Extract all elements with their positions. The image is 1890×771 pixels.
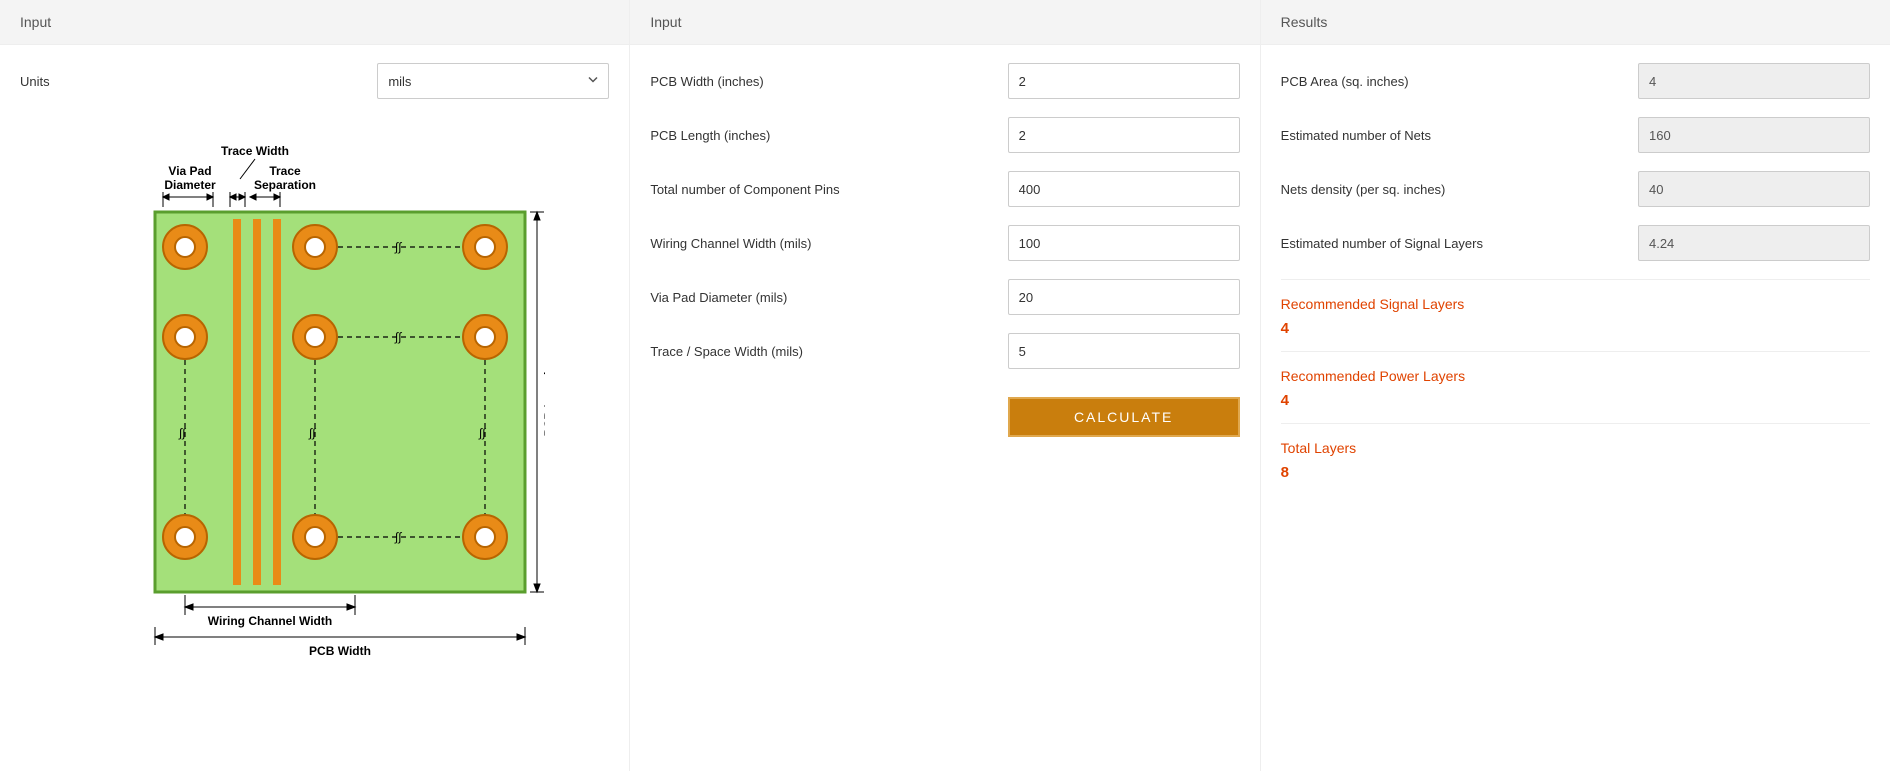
signal-layers-output [1638,225,1870,261]
pins-input[interactable] [1008,171,1240,207]
svg-text:Via Pad: Via Pad [168,164,211,178]
svg-text:Wiring Channel Width: Wiring Channel Width [207,614,331,628]
trace-space-label: Trace / Space Width (mils) [650,344,1007,359]
pcb-diagram: Trace Width Via Pad Diameter Trace Separ… [20,117,609,707]
svg-text:Separation: Separation [254,178,316,192]
svg-text:∫∫: ∫∫ [394,530,402,544]
via-pad-label: Via Pad Diameter (mils) [650,290,1007,305]
units-label: Units [20,74,377,89]
results-panel-title: Results [1261,0,1890,45]
rec-signal-value: 4 [1281,320,1870,337]
total-layers-value: 8 [1281,464,1870,481]
middle-panel-title: Input [630,0,1259,45]
units-select[interactable]: mils [377,63,609,99]
nets-label: Estimated number of Nets [1281,128,1638,143]
svg-text:∫∫: ∫∫ [478,426,486,440]
rec-signal-title: Recommended Signal Layers [1281,296,1870,312]
rec-power-value: 4 [1281,392,1870,409]
signal-layers-label: Estimated number of Signal Layers [1281,236,1638,251]
area-output [1638,63,1870,99]
density-output [1638,171,1870,207]
svg-text:∫∫: ∫∫ [394,330,402,344]
area-label: PCB Area (sq. inches) [1281,74,1638,89]
pins-label: Total number of Component Pins [650,182,1007,197]
total-layers-title: Total Layers [1281,440,1870,456]
left-panel-title: Input [0,0,629,45]
svg-text:∫∫: ∫∫ [394,240,402,254]
middle-panel: Input PCB Width (inches) PCB Length (inc… [630,0,1260,771]
svg-text:PCB Width: PCB Width [309,644,371,658]
svg-text:Trace: Trace [269,164,301,178]
left-panel: Input Units mils Trace Width [0,0,630,771]
channel-width-input[interactable] [1008,225,1240,261]
trace-space-input[interactable] [1008,333,1240,369]
density-label: Nets density (per sq. inches) [1281,182,1638,197]
pcb-width-input[interactable] [1008,63,1240,99]
pcb-length-input[interactable] [1008,117,1240,153]
rec-power-title: Recommended Power Layers [1281,368,1870,384]
svg-text:Diameter: Diameter [164,178,216,192]
svg-text:∫∫: ∫∫ [308,426,316,440]
via-pad-input[interactable] [1008,279,1240,315]
calculate-button[interactable]: CALCULATE [1008,397,1240,437]
svg-text:Trace Width: Trace Width [221,144,289,158]
results-panel: Results PCB Area (sq. inches) Estimated … [1261,0,1890,771]
pcb-length-label: PCB Length (inches) [650,128,1007,143]
pcb-width-label: PCB Width (inches) [650,74,1007,89]
svg-text:∫∫: ∫∫ [178,426,186,440]
nets-output [1638,117,1870,153]
channel-width-label: Wiring Channel Width (mils) [650,236,1007,251]
svg-text:PCB Length: PCB Length [542,368,545,437]
